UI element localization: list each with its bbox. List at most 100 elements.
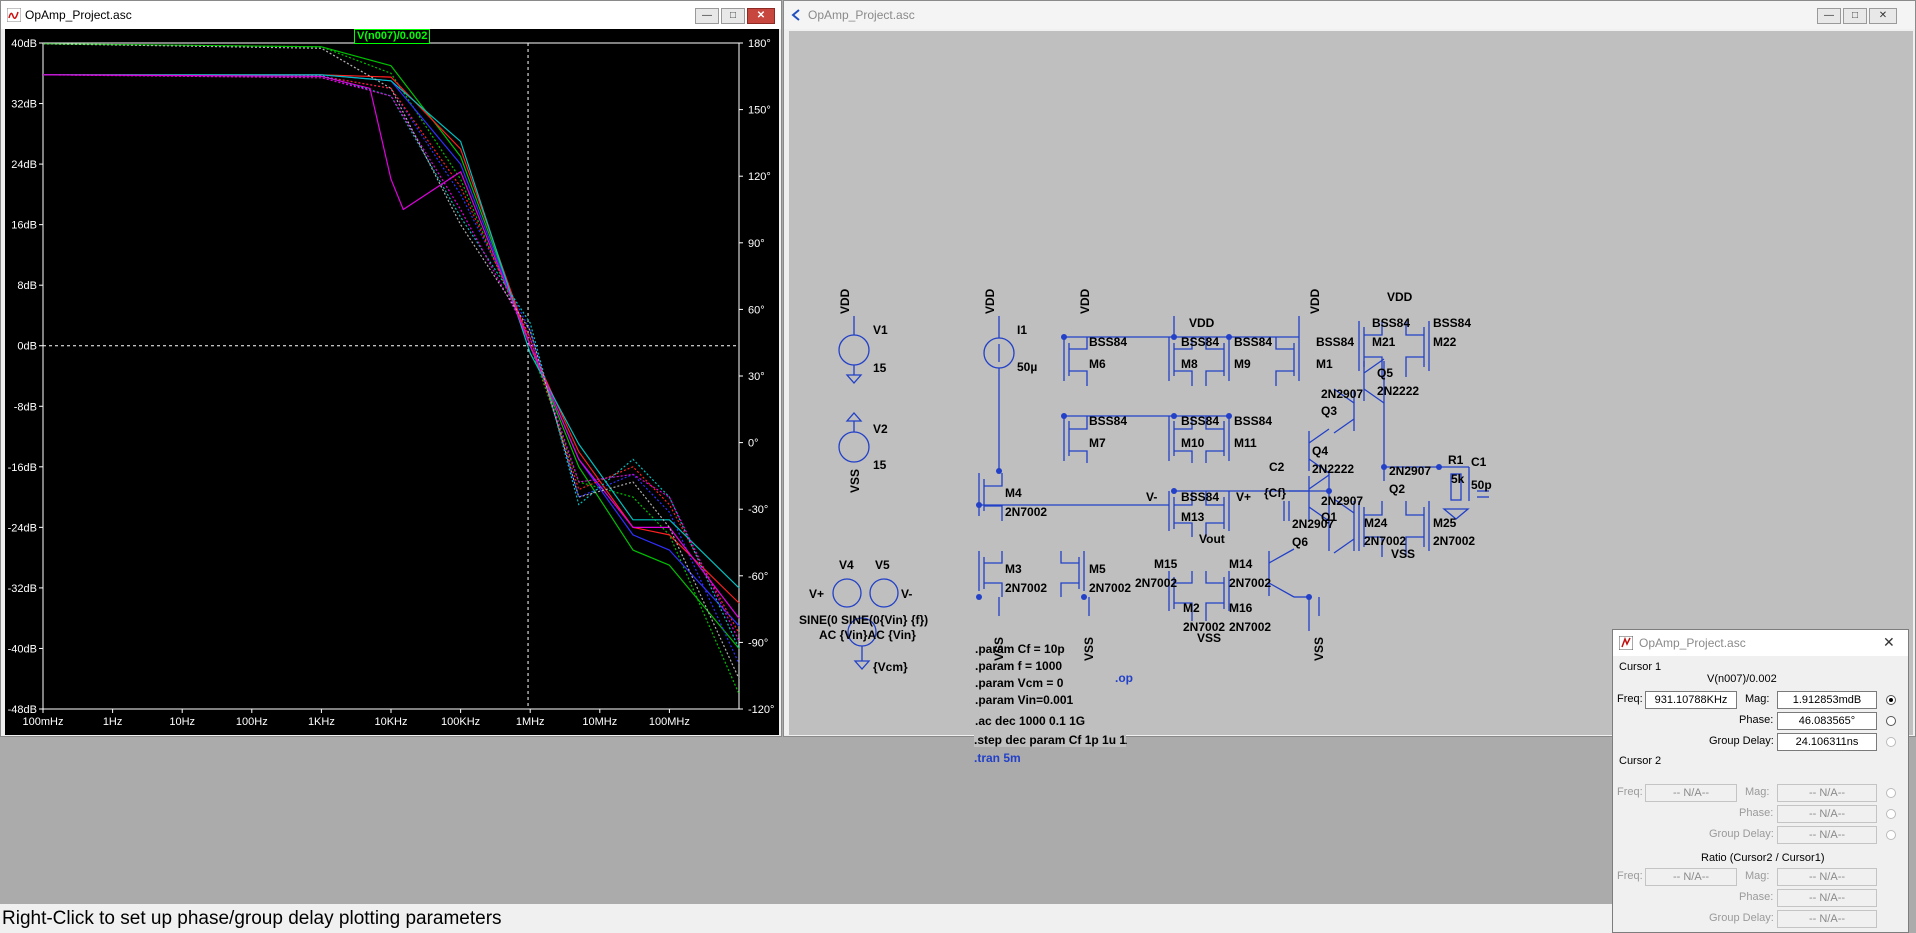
maximize-button[interactable]: □: [1843, 8, 1867, 24]
status-bar: Right-Click to set up phase/group delay …: [0, 904, 1614, 933]
group-delay-label: Group Delay:: [1709, 828, 1774, 840]
plot-area[interactable]: 40dB 32dB 24dB 16dB 8dB 0dB -8dB -16dB -24dB -32d…: [5, 29, 779, 735]
m5-model: 2N7002: [1089, 581, 1131, 595]
q5-label: Q5: [1377, 366, 1393, 380]
cursor-dialog-titlebar[interactable]: OpAmp_Project.asc ✕: [1613, 630, 1908, 656]
m21-label: M21: [1372, 335, 1396, 349]
freq-label: Freq:: [1617, 786, 1643, 798]
cursor1-mag-field[interactable]: 1.912853mdB: [1777, 691, 1877, 709]
ratio-phase-field[interactable]: -- N/A--: [1777, 889, 1877, 907]
schematic-icon: [790, 8, 804, 22]
cursor2-group-delay-field[interactable]: -- N/A--: [1777, 826, 1877, 844]
i1-value: 50µ: [1017, 360, 1037, 374]
v2-source[interactable]: [838, 431, 870, 463]
cursor2-phase-field[interactable]: -- N/A--: [1777, 805, 1877, 823]
minimize-button[interactable]: —: [1817, 8, 1841, 24]
phase-tick-label: -30°: [748, 504, 768, 516]
phase-tick-label: 150°: [748, 105, 771, 117]
q2-label: Q2: [1389, 482, 1405, 496]
maximize-button[interactable]: □: [721, 8, 745, 24]
m8-label: M8: [1181, 357, 1198, 371]
phase-radio[interactable]: [1886, 809, 1896, 819]
x-tick-label: 100MHz: [649, 716, 690, 728]
close-button[interactable]: ✕: [747, 8, 775, 24]
v1-source[interactable]: [838, 334, 870, 366]
phase-label: Phase:: [1739, 807, 1774, 819]
m11-model: BSS84: [1234, 414, 1272, 428]
m7-label: M7: [1089, 436, 1106, 450]
m15-label: M15: [1154, 557, 1178, 571]
x-tick-label: 100Hz: [236, 716, 268, 728]
m1-model: BSS84: [1316, 335, 1354, 349]
cursor1-group-delay-field[interactable]: 24.106311ns: [1777, 733, 1877, 751]
m10-label: M10: [1181, 436, 1205, 450]
series-line-7: [43, 74, 740, 589]
directive-4[interactable]: .param Vin=0.001: [975, 693, 1074, 707]
cursor1-label: Cursor 1: [1619, 661, 1662, 673]
x-tick-label: 1KHz: [308, 716, 335, 728]
schematic-window-title: OpAmp_Project.asc: [808, 8, 915, 22]
m9-model: BSS84: [1234, 335, 1272, 349]
m12-model: BSS84: [1181, 490, 1219, 504]
ratio-mag-field[interactable]: -- N/A--: [1777, 868, 1877, 886]
v4-node-label: V+: [809, 587, 824, 601]
y-tick-label: -48dB: [8, 704, 37, 716]
cursor1-freq-field[interactable]: 931.10788KHz: [1645, 691, 1737, 709]
vss-label: VSS: [1312, 637, 1326, 661]
bode-plot[interactable]: 40dB 32dB 24dB 16dB 8dB 0dB -8dB -16dB -24dB -32d…: [5, 29, 779, 735]
directive-5[interactable]: .ac dec 1000 0.1 1G: [975, 714, 1085, 728]
tran-directive[interactable]: .tran 5m: [974, 751, 1021, 765]
v2-value: 15: [873, 458, 887, 472]
mag-label: Mag:: [1745, 870, 1770, 882]
vdd-label: VDD: [838, 288, 852, 314]
group-delay-radio[interactable]: [1886, 830, 1896, 840]
vss-label: VSS: [1082, 637, 1096, 661]
ratio-freq-field[interactable]: -- N/A--: [1645, 868, 1737, 886]
directive-1[interactable]: .param Cf = 10p: [975, 642, 1065, 656]
step-directive-visible[interactable]: .step dec param Cf 1p 1u 1: [974, 733, 1127, 747]
phase-tick-label: 30°: [748, 371, 765, 383]
vdd-label: VDD: [1078, 288, 1092, 314]
op-directive[interactable]: .op: [1115, 671, 1133, 685]
v4-source[interactable]: [832, 578, 862, 608]
m5-label: M5: [1089, 562, 1106, 576]
cursor2-label: Cursor 2: [1619, 755, 1662, 767]
vcm-label: {Vcm}: [873, 660, 908, 674]
v5-source[interactable]: [869, 578, 899, 608]
trace-label[interactable]: V(n007)/0.002: [354, 29, 431, 44]
close-button[interactable]: ✕: [1883, 634, 1895, 651]
m14-model: 2N7002: [1229, 576, 1271, 590]
vdd-label: VDD: [983, 288, 997, 314]
mag-radio[interactable]: [1886, 788, 1896, 798]
phase-label: Phase:: [1739, 714, 1774, 726]
ltspice-icon: [1618, 635, 1634, 651]
phase-radio[interactable]: [1886, 716, 1896, 726]
q6-label: Q6: [1292, 535, 1308, 549]
x-tick-label: 100KHz: [441, 716, 480, 728]
c1-value: 50p: [1471, 478, 1492, 492]
m4-model: 2N7002: [1005, 505, 1047, 519]
cursor2-mag-field[interactable]: -- N/A--: [1777, 784, 1877, 802]
ratio-group-delay-field[interactable]: -- N/A--: [1777, 910, 1877, 928]
schematic-window-titlebar[interactable]: OpAmp_Project.asc — □ ✕: [784, 1, 1915, 29]
x-tick-label: 10Hz: [169, 716, 195, 728]
m6-label: M6: [1089, 357, 1106, 371]
m15-model: 2N7002: [1135, 576, 1177, 590]
minimize-button[interactable]: —: [695, 8, 719, 24]
vdd-label: VDD: [1308, 288, 1322, 314]
cursor1-phase-field[interactable]: 46.083565°: [1777, 712, 1877, 730]
cursor2-freq-field[interactable]: -- N/A--: [1645, 784, 1737, 802]
m22-model: BSS84: [1433, 316, 1471, 330]
y-tick-label: 0dB: [17, 341, 37, 353]
close-button[interactable]: ✕: [1869, 8, 1897, 24]
plot-window-titlebar[interactable]: OpAmp_Project.asc — □ ✕: [1, 1, 781, 29]
directive-2[interactable]: .param f = 1000: [975, 659, 1062, 673]
x-tick-label: 10KHz: [374, 716, 407, 728]
mag-radio[interactable]: [1886, 695, 1896, 705]
group-delay-radio[interactable]: [1886, 737, 1896, 747]
group-delay-label: Group Delay:: [1709, 912, 1774, 924]
q4-model: 2N2222: [1312, 462, 1354, 476]
q3-model: 2N2907: [1321, 387, 1363, 401]
directive-3[interactable]: .param Vcm = 0: [975, 676, 1064, 690]
v4-label: V4: [839, 558, 854, 572]
